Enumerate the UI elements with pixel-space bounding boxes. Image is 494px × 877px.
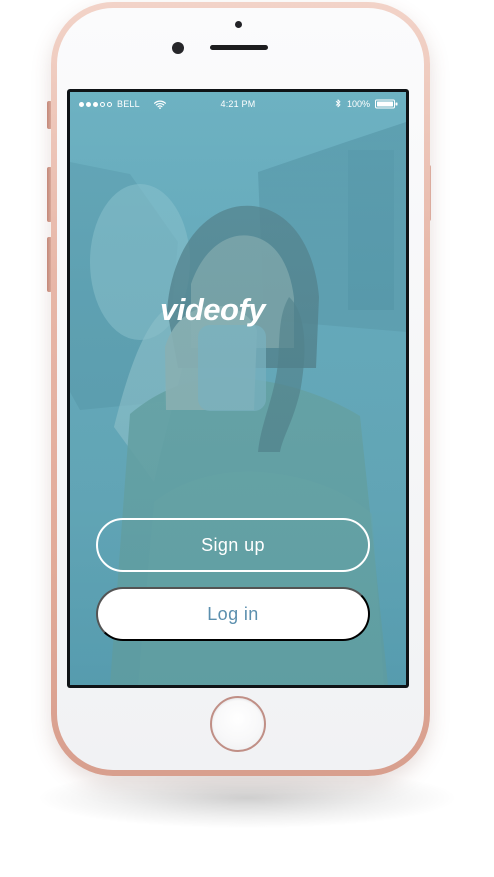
floor-shadow (40, 768, 454, 828)
front-camera (172, 42, 184, 54)
home-button[interactable] (210, 696, 266, 752)
bluetooth-icon (335, 99, 341, 108)
battery-percent: 100% (346, 99, 370, 109)
logo-text: videofy (160, 292, 267, 327)
status-bar: BELL 4:21 PM 100% (70, 92, 406, 116)
phone-mockup-stage: BELL 4:21 PM 100% videofy Sign up Log in (0, 0, 494, 877)
status-right: 100% (334, 99, 398, 109)
earpiece-speaker (210, 45, 268, 50)
signup-button[interactable]: Sign up (96, 518, 370, 572)
app-screen: BELL 4:21 PM 100% videofy Sign up Log in (70, 92, 406, 685)
login-button[interactable]: Log in (96, 587, 370, 641)
app-logo: videofy (130, 273, 330, 353)
videofy-logo: videofy (160, 292, 268, 327)
proximity-sensor (235, 21, 242, 28)
battery-icon (375, 99, 398, 109)
